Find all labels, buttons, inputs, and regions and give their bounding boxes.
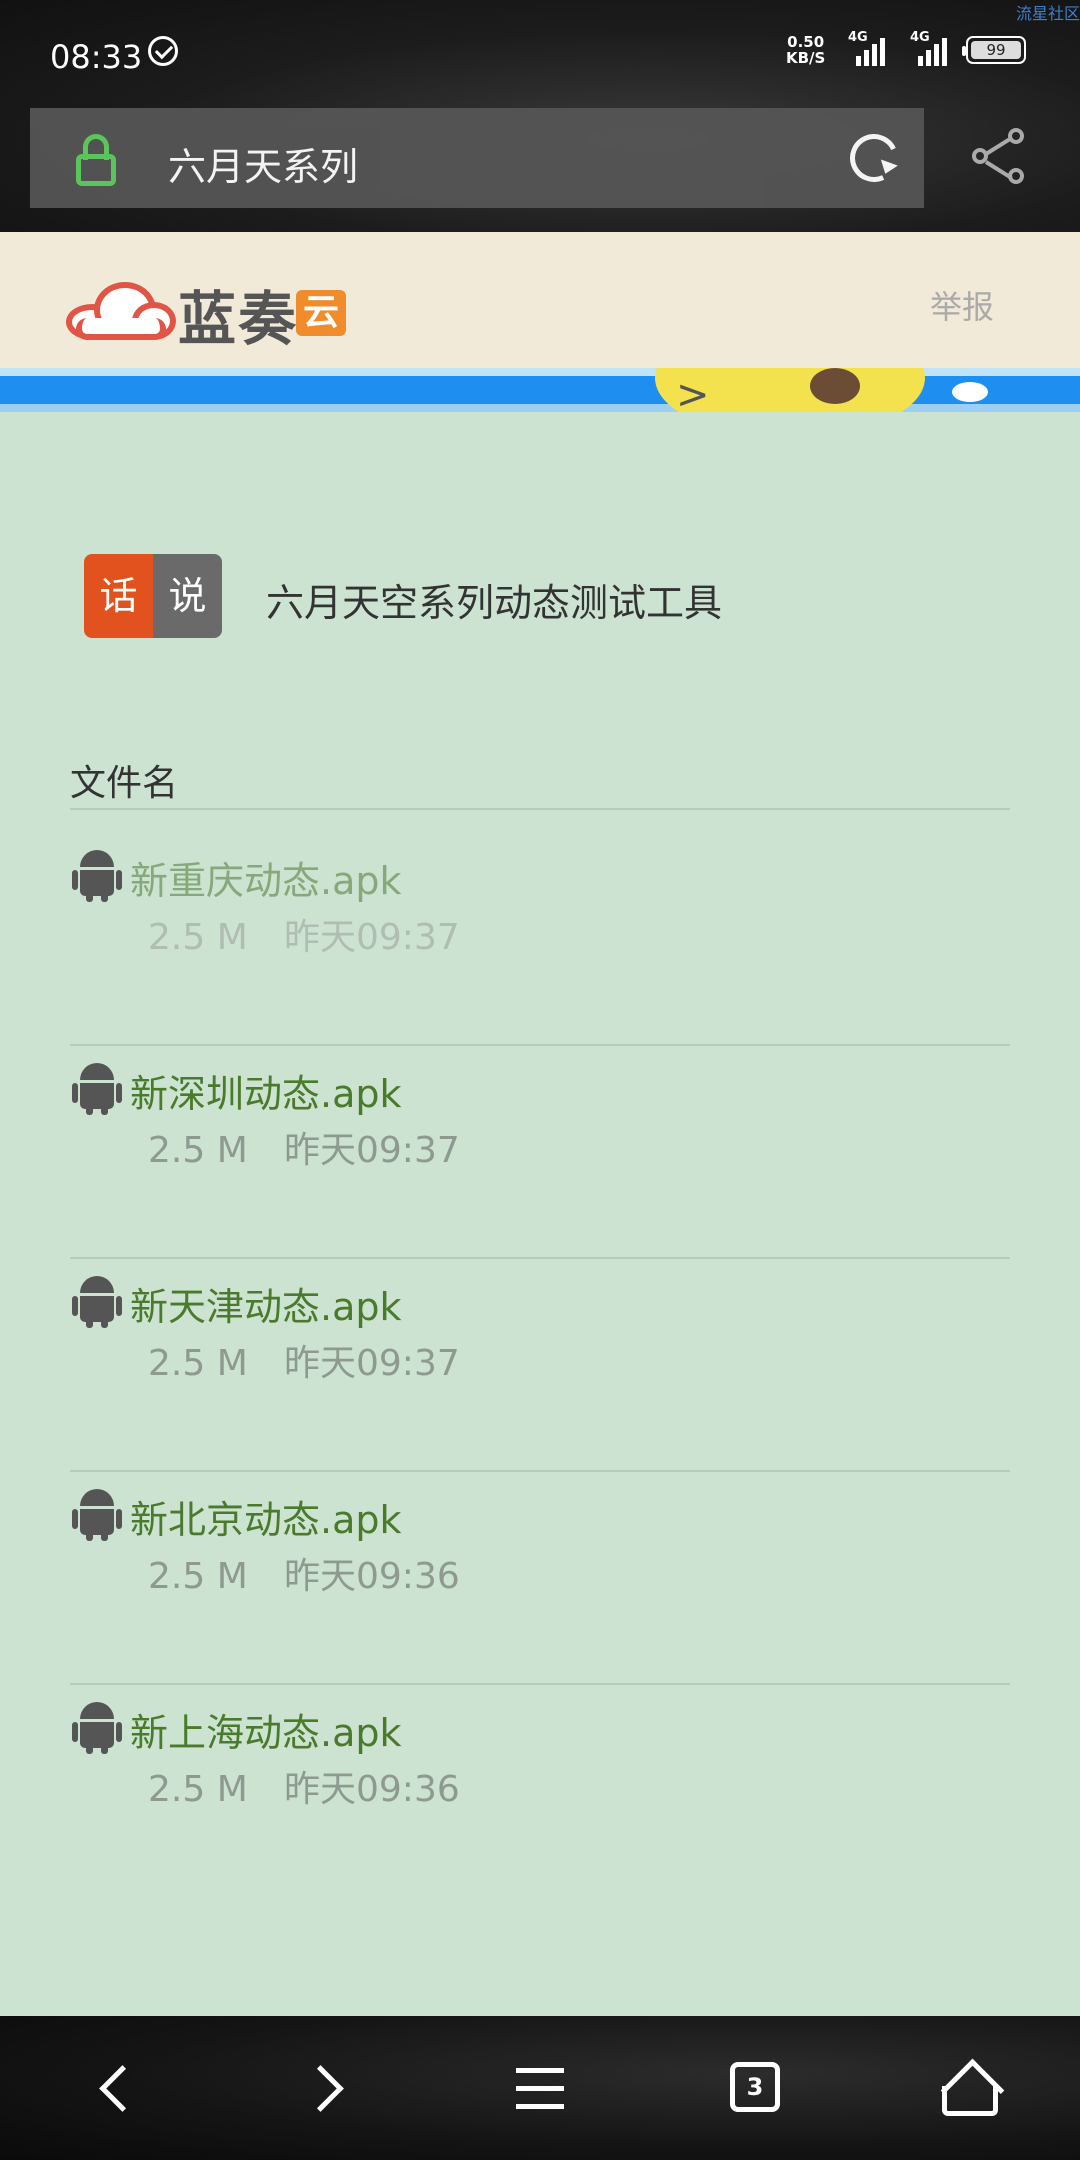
file-name-link[interactable]: 新天津动态.apk xyxy=(130,1276,402,1331)
file-meta: 2.5 M 昨天09:37 xyxy=(148,908,460,960)
badge-left: 话 xyxy=(84,554,153,638)
list-item[interactable]: 新重庆动态.apk 2.5 M 昨天09:37 xyxy=(70,834,1010,1046)
column-header-filename: 文件名 xyxy=(70,763,179,804)
address-bar[interactable]: 六月天系列 xyxy=(30,108,924,208)
android-icon xyxy=(72,1276,122,1328)
share-icon[interactable] xyxy=(970,126,1030,186)
list-item[interactable]: 新深圳动态.apk 2.5 M 昨天09:37 xyxy=(70,1047,1010,1259)
chevron-left-icon xyxy=(99,2065,146,2112)
list-item[interactable]: 新天津动态.apk 2.5 M 昨天09:37 xyxy=(70,1260,1010,1472)
battery-level: 99 xyxy=(971,41,1021,59)
forward-button[interactable] xyxy=(284,2052,364,2132)
file-meta: 2.5 M 昨天09:36 xyxy=(148,1760,460,1812)
file-meta: 2.5 M 昨天09:37 xyxy=(148,1121,460,1173)
page-title[interactable]: 六月天系列 xyxy=(168,136,358,191)
reload-icon[interactable] xyxy=(843,127,905,189)
list-item[interactable]: 新北京动态.apk 2.5 M 昨天09:36 xyxy=(70,1473,1010,1685)
file-time: 昨天09:37 xyxy=(284,917,460,958)
android-icon xyxy=(72,850,122,902)
banner-image: > xyxy=(0,368,1080,412)
logo-badge: 云 xyxy=(296,290,346,336)
file-name-link[interactable]: 新重庆动态.apk xyxy=(130,850,402,905)
status-bar: 08:33 0.50 KB/S 4G 4G 99 xyxy=(0,30,1080,80)
list-item[interactable]: 新上海动态.apk 2.5 M 昨天09:36 xyxy=(70,1686,1010,1898)
chevron-right-icon xyxy=(297,2065,344,2112)
android-icon xyxy=(72,1063,122,1115)
network-speed: 0.50 KB/S xyxy=(786,34,825,66)
file-name-link[interactable]: 新北京动态.apk xyxy=(130,1489,402,1544)
description-text: 六月天空系列动态测试工具 xyxy=(266,581,723,625)
lock-icon[interactable] xyxy=(76,134,116,186)
battery-icon: 99 xyxy=(962,36,1026,64)
divider xyxy=(70,1470,1010,1472)
file-size: 2.5 M xyxy=(148,1769,248,1810)
menu-button[interactable] xyxy=(500,2052,580,2132)
file-size: 2.5 M xyxy=(148,1556,248,1597)
top-chrome: 流星社区 08:33 0.50 KB/S 4G 4G 99 六月天系列 xyxy=(0,0,1080,232)
file-name-link[interactable]: 新上海动态.apk xyxy=(130,1702,402,1757)
divider xyxy=(70,1044,1010,1046)
divider xyxy=(70,1257,1010,1259)
logo-text: 蓝奏 xyxy=(178,285,299,353)
back-button[interactable] xyxy=(70,2052,150,2132)
file-size: 2.5 M xyxy=(148,917,248,958)
file-time: 昨天09:37 xyxy=(284,1130,460,1171)
check-circle-icon xyxy=(148,36,178,66)
divider xyxy=(70,1683,1010,1685)
network-speed-unit: KB/S xyxy=(786,49,826,67)
watermark: 流星社区 xyxy=(1015,4,1080,23)
bottom-navigation: 3 xyxy=(0,2016,1080,2160)
site-header: 蓝奏 云 举报 xyxy=(0,232,1080,368)
file-name-link[interactable]: 新深圳动态.apk xyxy=(130,1063,402,1118)
file-size: 2.5 M xyxy=(148,1130,248,1171)
file-meta: 2.5 M 昨天09:36 xyxy=(148,1547,460,1599)
file-size: 2.5 M xyxy=(148,1343,248,1384)
android-icon xyxy=(72,1489,122,1541)
network-speed-value: 0.50 xyxy=(787,33,825,51)
speech-badge: 话 说 xyxy=(84,554,222,638)
signal-label: 4G xyxy=(910,30,930,45)
signal-label: 4G xyxy=(848,30,868,45)
divider xyxy=(70,808,1010,810)
cloud-icon xyxy=(66,282,176,340)
tab-count: 3 xyxy=(730,2062,780,2112)
signal-strength-icon: 4G xyxy=(848,30,896,70)
status-time: 08:33 xyxy=(50,38,143,76)
home-icon xyxy=(940,2058,1005,2123)
signal-strength-icon: 4G xyxy=(910,30,958,70)
file-time: 昨天09:36 xyxy=(284,1769,460,1810)
home-button[interactable] xyxy=(930,2052,1010,2132)
badge-right: 说 xyxy=(153,554,222,638)
report-link[interactable]: 举报 xyxy=(930,282,994,328)
tabs-button[interactable]: 3 xyxy=(714,2052,794,2132)
android-icon xyxy=(72,1702,122,1754)
file-time: 昨天09:37 xyxy=(284,1343,460,1384)
file-time: 昨天09:36 xyxy=(284,1556,460,1597)
file-meta: 2.5 M 昨天09:37 xyxy=(148,1334,460,1386)
